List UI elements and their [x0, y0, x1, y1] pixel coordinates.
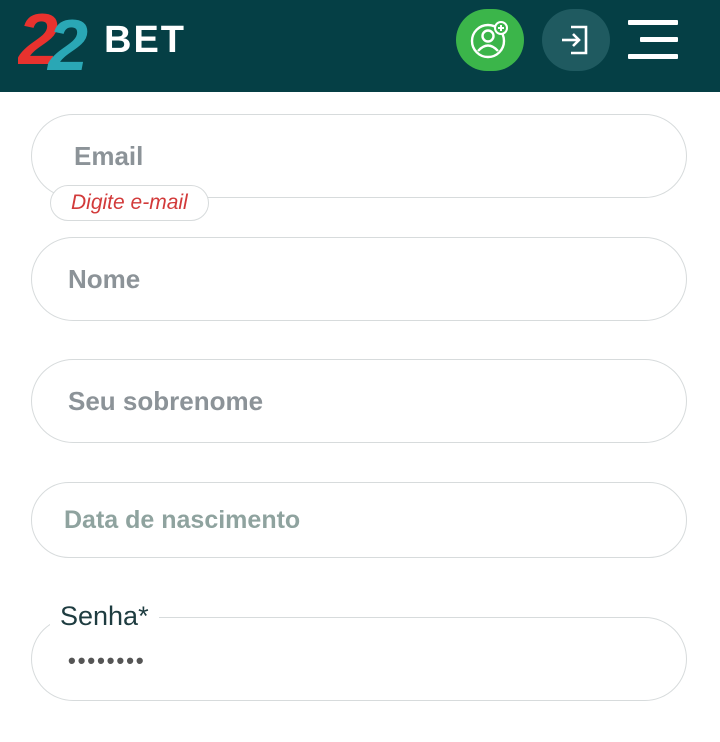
menu-bar [628, 54, 678, 59]
logo-digit-right: 2 [46, 6, 88, 78]
menu-bar [640, 37, 678, 42]
name-input[interactable] [32, 238, 686, 320]
birthdate-field-container [31, 482, 687, 558]
brand-logo[interactable]: 2 2 BET [18, 2, 208, 78]
birthdate-input[interactable] [32, 483, 686, 557]
brand-logo-graphic: 2 2 BET [18, 2, 186, 78]
menu-bar [628, 20, 678, 25]
hamburger-menu-icon[interactable] [624, 18, 682, 60]
user-add-icon [470, 21, 508, 59]
surname-input[interactable] [32, 360, 686, 442]
surname-field-container [31, 359, 687, 443]
email-error-message: Digite e-mail [50, 185, 209, 221]
password-label-text: Senha [60, 601, 139, 631]
required-mark: * [138, 601, 149, 631]
email-error-text: Digite e-mail [71, 191, 188, 214]
logo-word: BET [104, 19, 186, 61]
name-field-container [31, 237, 687, 321]
login-button[interactable] [542, 9, 610, 71]
register-button[interactable] [456, 9, 524, 71]
password-label: Senha* [50, 598, 159, 634]
app-header: 2 2 BET [0, 0, 720, 92]
login-icon [562, 25, 588, 55]
